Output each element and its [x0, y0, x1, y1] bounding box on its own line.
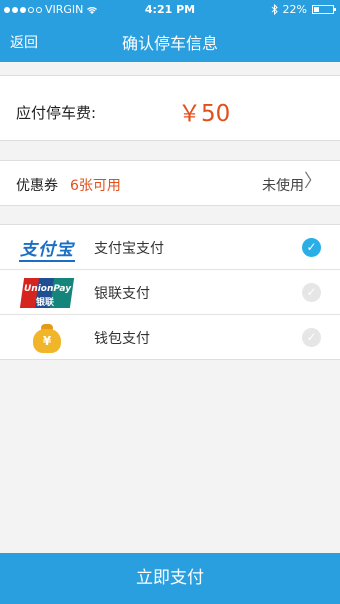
unionpay-logo: UnionPay 银联: [14, 276, 80, 310]
payment-option-alipay[interactable]: 支付宝 支付宝支付 ✓: [0, 225, 340, 270]
payment-methods: 支付宝 支付宝支付 ✓ UnionPay 银联 银联支付 ✓ ¥ 钱包支付 ✓: [0, 224, 340, 360]
payment-name: 钱包支付: [94, 331, 150, 347]
checkmark-icon[interactable]: ✓: [302, 238, 321, 257]
coupon-row[interactable]: 优惠券 6张可用 未使用 〉: [0, 160, 340, 206]
fee-amount: ￥50: [178, 101, 231, 127]
payment-name: 银联支付: [94, 286, 150, 302]
pay-now-button[interactable]: 立即支付: [0, 553, 340, 604]
coupon-status: 未使用: [262, 178, 304, 194]
alipay-logo: 支付宝: [14, 231, 80, 265]
checkmark-icon[interactable]: ✓: [302, 283, 321, 302]
battery-icon: [312, 5, 336, 14]
status-bar: VIRGIN 4:21 PM 22%: [0, 0, 340, 20]
payment-name: 支付宝支付: [94, 241, 164, 257]
page-title: 确认停车信息: [121, 34, 218, 53]
wallet-logo: ¥: [14, 321, 80, 355]
payment-option-unionpay[interactable]: UnionPay 银联 银联支付 ✓: [0, 270, 340, 315]
coupon-label: 优惠券: [16, 178, 58, 194]
bluetooth-icon: [271, 4, 278, 15]
checkmark-icon[interactable]: ✓: [302, 328, 321, 347]
fee-label: 应付停车费:: [16, 104, 97, 122]
coupon-count: 6张可用: [70, 178, 121, 194]
battery-percent: 22%: [282, 3, 307, 16]
chevron-right-icon: 〉: [304, 171, 322, 192]
nav-bar: 返回 确认停车信息: [0, 20, 340, 62]
fee-card: 应付停车费: ￥50: [0, 75, 340, 141]
status-right: 22%: [271, 3, 336, 16]
payment-option-wallet[interactable]: ¥ 钱包支付 ✓: [0, 315, 340, 360]
